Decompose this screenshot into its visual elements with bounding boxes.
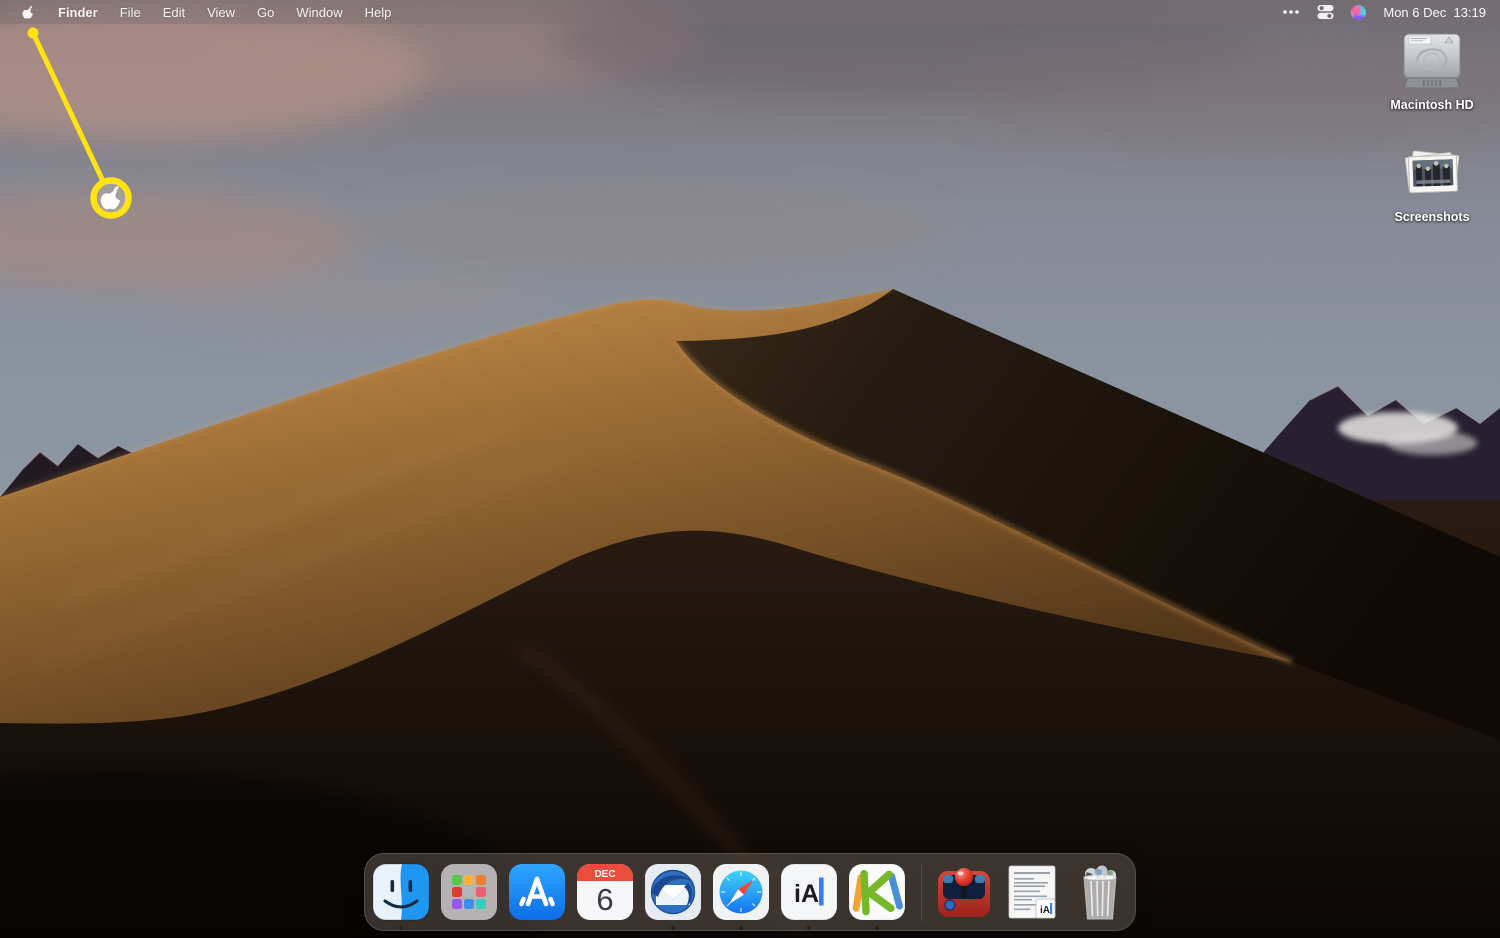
running-indicator (738, 926, 743, 930)
dock-item-ia-writer[interactable]: iA (780, 863, 838, 930)
dock-item-calendar[interactable]: DEC 6 (576, 863, 634, 921)
menu-bar: Finder File Edit View Go Window Help Mon… (0, 0, 1500, 24)
desktop: Finder File Edit View Go Window Help Mon… (0, 0, 1500, 938)
document-badge-label: iA (1040, 905, 1050, 916)
menu-help[interactable]: Help (354, 0, 403, 24)
dock-item-trash[interactable] (1071, 863, 1129, 921)
menu-go[interactable]: Go (246, 0, 285, 24)
dock-item-launchpad[interactable] (440, 863, 498, 921)
menu-app-name[interactable]: Finder (47, 0, 109, 24)
control-center-icon[interactable] (1317, 0, 1334, 24)
dock-item-finder[interactable] (372, 863, 430, 930)
thunderbird-icon (644, 864, 701, 920)
apple-logo-icon (21, 4, 35, 21)
dock-item-safari[interactable] (712, 863, 770, 930)
running-indicator (806, 926, 811, 930)
menu-bar-clock[interactable]: Mon 6 Dec 13:19 (1383, 5, 1486, 20)
calendar-day: 6 (596, 882, 613, 917)
dock-item-openemu[interactable] (935, 863, 993, 921)
safari-icon (712, 864, 769, 920)
dock-separator (919, 863, 921, 921)
siri-orb (1351, 4, 1367, 20)
menu-window[interactable]: Window (285, 0, 353, 24)
calendar-icon: DEC 6 (576, 864, 633, 920)
siri-icon[interactable] (1351, 0, 1367, 24)
kiwix-icon (848, 863, 905, 921)
trash-full-icon (1082, 865, 1117, 920)
running-indicator (874, 926, 879, 930)
menu-view[interactable]: View (196, 0, 246, 24)
document-icon: iA (1008, 865, 1055, 919)
menu-edit[interactable]: Edit (152, 0, 196, 24)
dock-item-minimized-document[interactable]: iA (1003, 863, 1061, 921)
ellipsis-icon[interactable] (1282, 0, 1300, 24)
ia-writer-icon: iA (780, 863, 837, 921)
desktop-icon-label: Macintosh HD (1390, 98, 1474, 112)
dock-item-thunderbird[interactable] (644, 863, 702, 930)
ia-writer-label: iA (794, 880, 819, 908)
calendar-month: DEC (594, 869, 615, 880)
menu-bar-left: Finder File Edit View Go Window Help (0, 0, 402, 24)
desktop-icon-macintosh-hd[interactable]: Macintosh HD (1377, 31, 1487, 113)
desktop-icon-screenshots[interactable]: Screenshots (1377, 147, 1487, 225)
photo-stack-icon (1404, 150, 1460, 193)
desktop-icon-area: Macintosh HD Screenshots (1377, 31, 1487, 225)
apple-menu-button[interactable] (12, 0, 47, 24)
dock-item-app-store[interactable] (508, 863, 566, 921)
finder-icon (372, 863, 429, 921)
app-store-icon (508, 864, 565, 920)
launchpad-icon (440, 864, 497, 920)
menu-bar-status: Mon 6 Dec 13:19 (1282, 0, 1500, 24)
joystick-icon (937, 868, 990, 917)
desktop-icon-label: Screenshots (1394, 209, 1470, 224)
running-indicator (670, 926, 675, 930)
dock: DEC 6 iA iA (364, 853, 1136, 931)
dock-item-kiwix[interactable] (848, 863, 906, 930)
running-indicator (398, 926, 403, 930)
menu-file[interactable]: File (109, 0, 152, 24)
wallpaper-mojave-dunes (0, 0, 1500, 938)
hard-drive-icon (1403, 33, 1461, 89)
